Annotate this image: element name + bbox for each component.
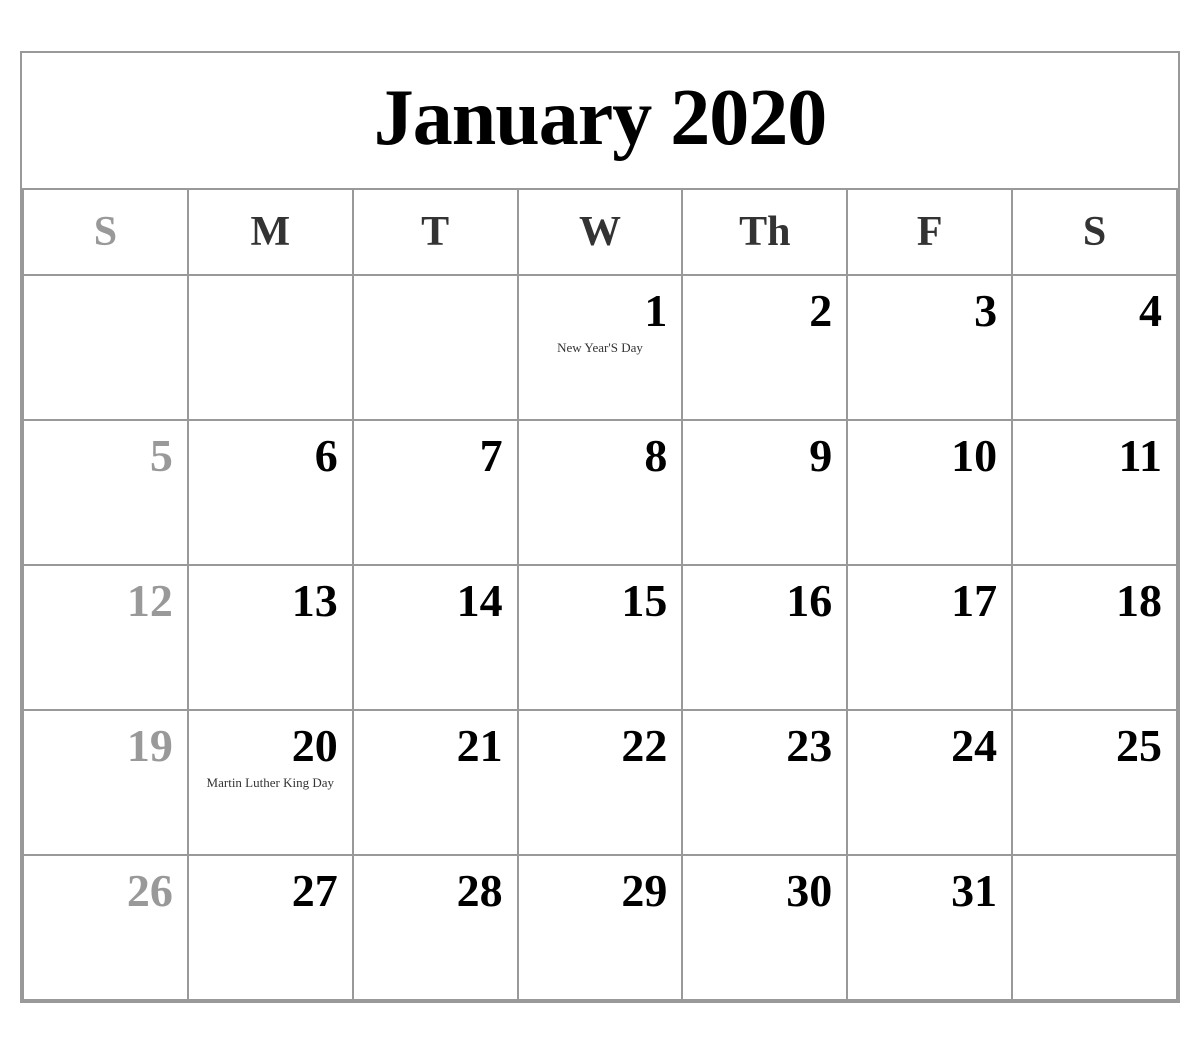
day-header: F [848,190,1013,276]
day-number: 9 [697,431,832,482]
day-cell: 7 [354,421,519,566]
day-number: 31 [862,866,997,917]
day-number: 23 [697,721,832,772]
day-number: 19 [38,721,173,772]
day-cell: 21 [354,711,519,856]
day-cell: 30 [683,856,848,1001]
day-number: 5 [38,431,173,482]
calendar-grid: SMTWThFS1New Year'S Day23456789101112131… [22,190,1178,1001]
day-header: Th [683,190,848,276]
day-number: 18 [1027,576,1162,627]
day-cell: 14 [354,566,519,711]
calendar: January 2020 SMTWThFS1New Year'S Day2345… [20,51,1180,1003]
day-number: 21 [368,721,503,772]
day-header: W [519,190,684,276]
day-cell: 27 [189,856,354,1001]
day-cell: 23 [683,711,848,856]
day-number: 16 [697,576,832,627]
day-cell: 16 [683,566,848,711]
day-number: 28 [368,866,503,917]
day-number: 2 [697,286,832,337]
day-cell: 1 New Year'S Day [519,276,684,421]
holiday-label: New Year'S Day [533,340,668,357]
day-cell: 5 [24,421,189,566]
calendar-title: January 2020 [22,53,1178,190]
day-header: T [354,190,519,276]
day-cell: 26 [24,856,189,1001]
day-cell: 15 [519,566,684,711]
day-cell: 31 [848,856,1013,1001]
day-number: 26 [38,866,173,917]
day-number: 24 [862,721,997,772]
day-cell: 25 [1013,711,1178,856]
holiday-label: Martin Luther King Day [203,775,338,792]
day-number: 8 [533,431,668,482]
day-number: 30 [697,866,832,917]
day-number: 22 [533,721,668,772]
day-cell: 19 [24,711,189,856]
day-cell [189,276,354,421]
day-number: 15 [533,576,668,627]
day-cell: 17 [848,566,1013,711]
day-cell [354,276,519,421]
day-cell: 9 [683,421,848,566]
day-number: 10 [862,431,997,482]
day-cell: 11 [1013,421,1178,566]
day-cell: 8 [519,421,684,566]
day-header: S [24,190,189,276]
day-number: 11 [1027,431,1162,482]
day-cell [24,276,189,421]
day-cell: 22 [519,711,684,856]
day-number: 13 [203,576,338,627]
day-cell: 3 [848,276,1013,421]
day-number: 20 [203,721,338,772]
day-number: 29 [533,866,668,917]
day-number: 14 [368,576,503,627]
day-header: M [189,190,354,276]
day-header: S [1013,190,1178,276]
day-number: 3 [862,286,997,337]
day-cell: 18 [1013,566,1178,711]
day-number: 6 [203,431,338,482]
day-cell: 13 [189,566,354,711]
day-cell: 29 [519,856,684,1001]
day-cell: 12 [24,566,189,711]
day-number: 1 [533,286,668,337]
day-cell: 6 [189,421,354,566]
day-number: 25 [1027,721,1162,772]
day-cell: 2 [683,276,848,421]
day-number: 12 [38,576,173,627]
day-cell: 10 [848,421,1013,566]
day-cell: 24 [848,711,1013,856]
day-number: 17 [862,576,997,627]
day-number: 7 [368,431,503,482]
day-number: 27 [203,866,338,917]
day-number: 4 [1027,286,1162,337]
day-cell [1013,856,1178,1001]
day-cell: 28 [354,856,519,1001]
day-cell: 20 Martin Luther King Day [189,711,354,856]
day-cell: 4 [1013,276,1178,421]
